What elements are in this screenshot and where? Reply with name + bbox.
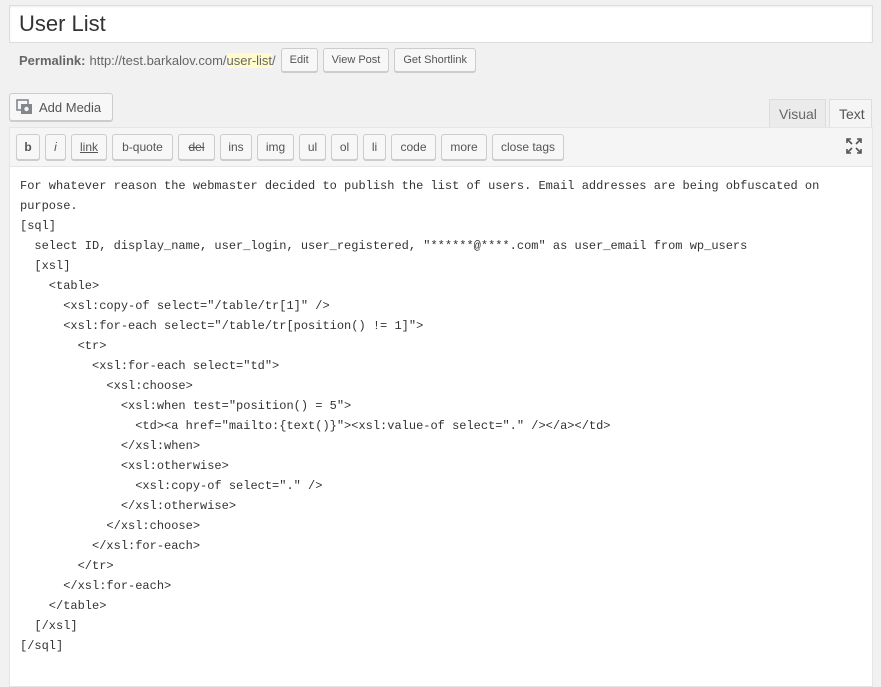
content-line: </xsl:choose> [20,519,201,533]
content-line: <xsl:for-each select="/table/tr[position… [20,319,424,333]
permalink-url-prefix: http://test.barkalov.com/ [89,52,227,68]
post-title-text[interactable]: User List [19,11,106,37]
permalink-url-suffix: / [272,52,276,68]
editor: b i link b-quote del ins img ul ol li co… [9,127,873,687]
permalink-url[interactable]: http://test.barkalov.com/user-list/ [89,52,276,68]
content-line: For whatever reason the webmaster decide… [20,179,820,193]
tab-text[interactable]: Text [829,99,872,129]
tab-visual[interactable]: Visual [769,99,826,127]
permalink-label: Permalink: [19,52,86,68]
content-line: <xsl:copy-of select="/table/tr[1]" /> [20,299,330,313]
content-line: [xsl] [20,259,71,273]
quicktags-toolbar: b i link b-quote del ins img ul ol li co… [10,128,872,167]
quicktag-close-tags-button[interactable]: close tags [492,134,564,160]
media-icon [16,99,34,115]
permalink-slug[interactable]: user-list [226,52,273,68]
add-media-label: Add Media [39,99,102,115]
quicktag-li-button[interactable]: li [363,134,386,160]
post-content-textarea[interactable]: For whatever reason the webmaster decide… [10,167,872,686]
content-line: </xsl:otherwise> [20,499,237,513]
quicktag-link-button[interactable]: link [71,134,107,160]
content-line: <table> [20,279,100,293]
quicktag-del-button[interactable]: del [178,134,215,160]
quicktag-ins-button[interactable]: ins [220,134,252,160]
quicktag-code-button[interactable]: code [391,134,436,160]
quicktag-italic-button[interactable]: i [45,134,66,160]
content-line: </xsl:for-each> [20,579,172,593]
content-line: </xsl:when> [20,439,201,453]
quicktag-blockquote-button[interactable]: b-quote [112,134,173,160]
quicktag-ol-button[interactable]: ol [331,134,358,160]
edit-permalink-button[interactable]: Edit [280,48,318,72]
content-line: </table> [20,599,107,613]
content-line: </xsl:for-each> [20,539,201,553]
content-line: <xsl:copy-of select="." /> [20,479,323,493]
content-line: <xsl:for-each select="td"> [20,359,280,373]
content-line: purpose. [20,199,78,213]
content-line: <xsl:when test="position() = 5"> [20,399,352,413]
get-shortlink-button[interactable]: Get Shortlink [394,48,476,72]
content-line: <xsl:choose> [20,379,193,393]
view-post-button[interactable]: View Post [322,48,390,72]
quicktag-more-button[interactable]: more [441,134,487,160]
content-line: [/sql] [20,639,64,653]
content-line: select ID, display_name, user_login, use… [20,239,748,253]
quicktag-img-button[interactable]: img [257,134,294,160]
permalink-bar: Permalink: http://test.barkalov.com/user… [19,48,476,72]
content-line: <td><a href="mailto:{text()}"><xsl:value… [20,419,611,433]
quicktag-bold-button[interactable]: b [16,134,40,160]
content-line: [/xsl] [20,619,78,633]
post-title-input[interactable]: User List [9,5,873,43]
fullscreen-icon[interactable] [846,138,862,154]
quicktag-ul-button[interactable]: ul [299,134,326,160]
content-line: <tr> [20,339,107,353]
content-line: <xsl:otherwise> [20,459,229,473]
add-media-button[interactable]: Add Media [9,93,113,121]
content-line: [sql] [20,219,57,233]
content-line: </tr> [20,559,114,573]
